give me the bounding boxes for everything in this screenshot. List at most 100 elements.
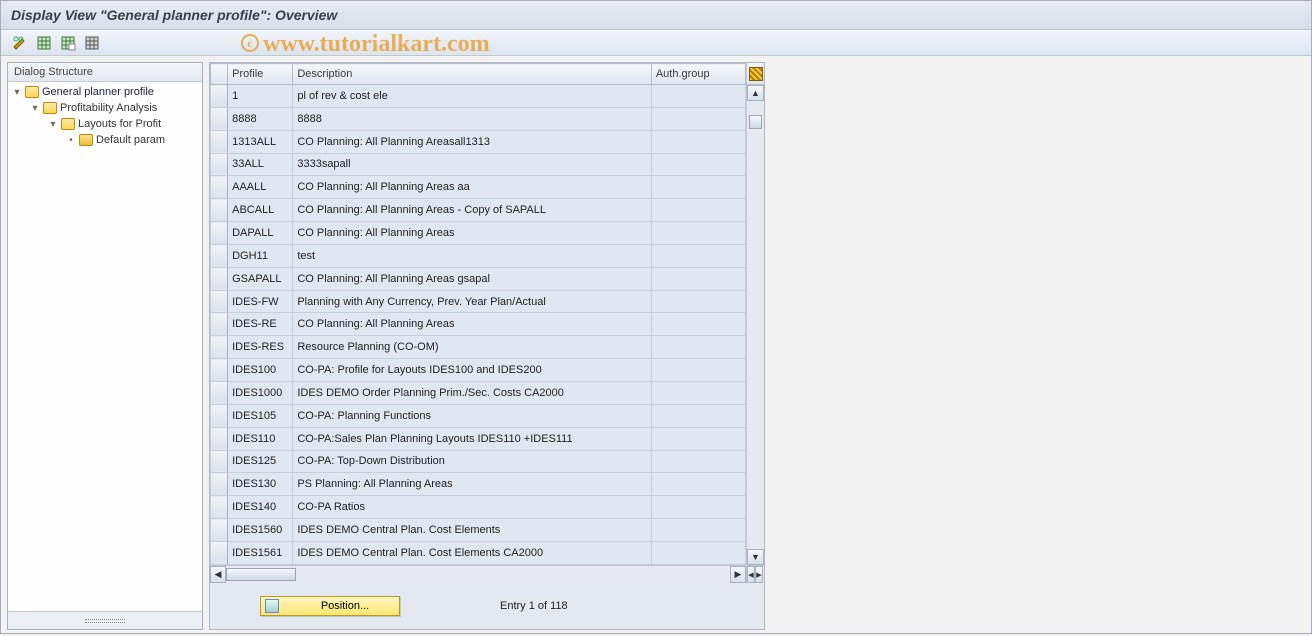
table-row[interactable]: 1pl of rev & cost ele bbox=[211, 85, 746, 108]
horizontal-scrollbar[interactable]: ◀ ▶ ◀ ▶ bbox=[210, 565, 764, 583]
cell-description[interactable]: PS Planning: All Planning Areas bbox=[293, 473, 651, 496]
print-button[interactable] bbox=[83, 34, 101, 52]
table-row[interactable]: GSAPALLCO Planning: All Planning Areas g… bbox=[211, 267, 746, 290]
cell-description[interactable]: Planning with Any Currency, Prev. Year P… bbox=[293, 290, 651, 313]
vscroll-thumb[interactable] bbox=[749, 115, 762, 129]
cell-profile[interactable]: 8888 bbox=[228, 107, 293, 130]
row-handle[interactable] bbox=[211, 130, 228, 153]
col-header-authgroup[interactable]: Auth.group bbox=[651, 64, 745, 85]
row-handle[interactable] bbox=[211, 519, 228, 542]
vscroll-track[interactable] bbox=[747, 101, 764, 549]
table-row[interactable]: IDES1561IDES DEMO Central Plan. Cost Ele… bbox=[211, 541, 746, 564]
cell-description[interactable]: CO Planning: All Planning Areas bbox=[293, 222, 651, 245]
col-header-profile[interactable]: Profile bbox=[228, 64, 293, 85]
cell-description[interactable]: CO Planning: All Planning Areas - Copy o… bbox=[293, 199, 651, 222]
cell-authgroup[interactable] bbox=[651, 153, 745, 176]
scroll-left-button[interactable]: ◀ bbox=[210, 566, 226, 583]
table-row[interactable]: 33ALL3333sapall bbox=[211, 153, 746, 176]
cell-description[interactable]: IDES DEMO Central Plan. Cost Elements CA… bbox=[293, 541, 651, 564]
tree-node[interactable]: ▾General planner profile bbox=[8, 84, 202, 100]
row-handle[interactable] bbox=[211, 427, 228, 450]
cell-description[interactable]: CO Planning: All Planning Areas bbox=[293, 313, 651, 336]
table-row[interactable]: 1313ALLCO Planning: All Planning Areasal… bbox=[211, 130, 746, 153]
table-row[interactable]: DAPALLCO Planning: All Planning Areas bbox=[211, 222, 746, 245]
tree-resize-handle[interactable] bbox=[8, 611, 202, 629]
cell-authgroup[interactable] bbox=[651, 290, 745, 313]
cell-authgroup[interactable] bbox=[651, 176, 745, 199]
row-handle[interactable] bbox=[211, 473, 228, 496]
table-row[interactable]: IDES100CO-PA: Profile for Layouts IDES10… bbox=[211, 359, 746, 382]
hscroll-thumb[interactable] bbox=[226, 568, 296, 581]
row-handle[interactable] bbox=[211, 541, 228, 564]
cell-authgroup[interactable] bbox=[651, 427, 745, 450]
cell-description[interactable]: CO-PA: Profile for Layouts IDES100 and I… bbox=[293, 359, 651, 382]
cell-authgroup[interactable] bbox=[651, 450, 745, 473]
scroll-down-button[interactable]: ▼ bbox=[747, 549, 764, 565]
cell-profile[interactable]: IDES100 bbox=[228, 359, 293, 382]
table-row[interactable]: ABCALLCO Planning: All Planning Areas - … bbox=[211, 199, 746, 222]
cell-authgroup[interactable] bbox=[651, 381, 745, 404]
table-row[interactable]: IDES140CO-PA Ratios bbox=[211, 496, 746, 519]
cell-description[interactable]: test bbox=[293, 244, 651, 267]
scroll-right-button[interactable]: ▶ bbox=[730, 566, 746, 583]
table-row[interactable]: IDES125CO-PA: Top-Down Distribution bbox=[211, 450, 746, 473]
cell-description[interactable]: pl of rev & cost ele bbox=[293, 85, 651, 108]
row-handle[interactable] bbox=[211, 199, 228, 222]
scroll-left-end-button[interactable]: ◀ bbox=[747, 566, 755, 583]
cell-authgroup[interactable] bbox=[651, 473, 745, 496]
toggle-change-mode-button[interactable] bbox=[11, 34, 29, 52]
cell-profile[interactable]: IDES-RES bbox=[228, 336, 293, 359]
hscroll-track[interactable] bbox=[226, 566, 730, 583]
cell-description[interactable]: CO-PA:Sales Plan Planning Layouts IDES11… bbox=[293, 427, 651, 450]
cell-profile[interactable]: IDES140 bbox=[228, 496, 293, 519]
cell-authgroup[interactable] bbox=[651, 199, 745, 222]
row-handle[interactable] bbox=[211, 290, 228, 313]
cell-profile[interactable]: IDES-FW bbox=[228, 290, 293, 313]
tree-node[interactable]: ▾Layouts for Profit bbox=[8, 116, 202, 132]
cell-authgroup[interactable] bbox=[651, 359, 745, 382]
cell-authgroup[interactable] bbox=[651, 130, 745, 153]
deselect-all-button[interactable] bbox=[59, 34, 77, 52]
table-row[interactable]: IDES1560IDES DEMO Central Plan. Cost Ele… bbox=[211, 519, 746, 542]
table-row[interactable]: IDES-RESResource Planning (CO-OM) bbox=[211, 336, 746, 359]
row-handle[interactable] bbox=[211, 244, 228, 267]
position-button[interactable]: Position... bbox=[260, 596, 400, 616]
table-row[interactable]: IDES-FWPlanning with Any Currency, Prev.… bbox=[211, 290, 746, 313]
table-row[interactable]: IDES110CO-PA:Sales Plan Planning Layouts… bbox=[211, 427, 746, 450]
cell-profile[interactable]: IDES1000 bbox=[228, 381, 293, 404]
cell-description[interactable]: CO-PA: Planning Functions bbox=[293, 404, 651, 427]
cell-profile[interactable]: IDES110 bbox=[228, 427, 293, 450]
row-handle[interactable] bbox=[211, 153, 228, 176]
cell-profile[interactable]: 33ALL bbox=[228, 153, 293, 176]
cell-profile[interactable]: DAPALL bbox=[228, 222, 293, 245]
row-handle[interactable] bbox=[211, 85, 228, 108]
scroll-up-button[interactable]: ▲ bbox=[747, 85, 764, 101]
row-handle[interactable] bbox=[211, 381, 228, 404]
cell-profile[interactable]: AAALL bbox=[228, 176, 293, 199]
row-handle[interactable] bbox=[211, 176, 228, 199]
cell-profile[interactable]: IDES130 bbox=[228, 473, 293, 496]
row-handle[interactable] bbox=[211, 313, 228, 336]
table-row[interactable]: IDES1000IDES DEMO Order Planning Prim./S… bbox=[211, 381, 746, 404]
cell-description[interactable]: CO Planning: All Planning Areas gsapal bbox=[293, 267, 651, 290]
cell-profile[interactable]: ABCALL bbox=[228, 199, 293, 222]
select-all-button[interactable] bbox=[35, 34, 53, 52]
cell-description[interactable]: Resource Planning (CO-OM) bbox=[293, 336, 651, 359]
cell-description[interactable]: 8888 bbox=[293, 107, 651, 130]
cell-profile[interactable]: 1 bbox=[228, 85, 293, 108]
cell-profile[interactable]: IDES-RE bbox=[228, 313, 293, 336]
table-config-button[interactable] bbox=[747, 63, 764, 85]
cell-authgroup[interactable] bbox=[651, 222, 745, 245]
table-row[interactable]: 88888888 bbox=[211, 107, 746, 130]
cell-authgroup[interactable] bbox=[651, 519, 745, 542]
tree-node[interactable]: ▾Profitability Analysis bbox=[8, 100, 202, 116]
cell-profile[interactable]: 1313ALL bbox=[228, 130, 293, 153]
cell-profile[interactable]: IDES1560 bbox=[228, 519, 293, 542]
table-row[interactable]: IDES105CO-PA: Planning Functions bbox=[211, 404, 746, 427]
table-row[interactable]: AAALLCO Planning: All Planning Areas aa bbox=[211, 176, 746, 199]
tree-body[interactable]: ▾General planner profile▾Profitability A… bbox=[8, 82, 202, 611]
cell-authgroup[interactable] bbox=[651, 336, 745, 359]
row-handle[interactable] bbox=[211, 450, 228, 473]
cell-authgroup[interactable] bbox=[651, 267, 745, 290]
cell-description[interactable]: CO Planning: All Planning Areasall1313 bbox=[293, 130, 651, 153]
